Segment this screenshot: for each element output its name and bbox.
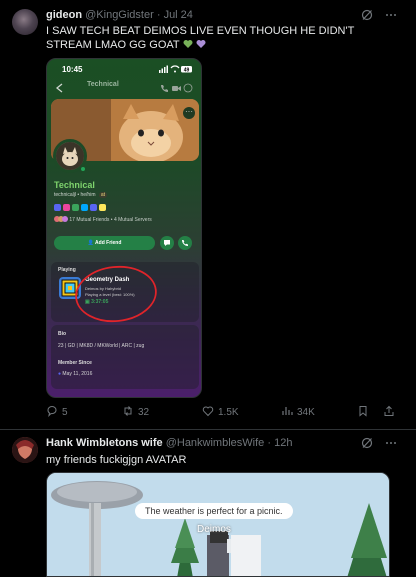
view-count: 34K	[297, 407, 315, 418]
tweet-header: gideon @KingGidster · Jul 24	[46, 9, 193, 21]
bookmark-icon	[359, 406, 367, 417]
tweet-media-image[interactable]: The weather is perfect for a picnic. Dei…	[46, 472, 390, 577]
add-friend-icon: 👤	[87, 240, 94, 246]
member-since-date-text: May 11, 2016	[62, 371, 93, 377]
chat-bubble-icon	[164, 240, 170, 246]
member-since-date: ● May 11, 2016	[58, 371, 92, 377]
reply-button[interactable]: 5	[46, 405, 68, 418]
separator: ·	[267, 437, 272, 449]
like-button[interactable]: 1.5K	[202, 405, 239, 418]
message-button[interactable]	[160, 236, 174, 250]
bio-text: 23 | GD | MK8D / MKWorld | ARC | zug	[58, 343, 145, 349]
repost-icon	[124, 406, 132, 416]
signal-wifi-battery-icon: 49	[159, 65, 192, 73]
call-video-more-icons[interactable]	[159, 83, 193, 93]
embedded-screenshot[interactable]: 10:45 49 Technical ··· Technical technic…	[46, 58, 202, 398]
timestamp[interactable]: Jul 24	[164, 9, 193, 21]
add-friend-label: Add Friend	[95, 240, 122, 246]
reply-icon	[47, 406, 57, 418]
tweet-header: Hank Wimbletons wife @HankwimblesWife · …	[46, 437, 292, 449]
call-button[interactable]	[178, 236, 192, 250]
discord-logo-icon: ●	[58, 371, 62, 377]
handle[interactable]: @HankwimblesWife	[166, 437, 265, 449]
online-status-dot	[79, 165, 87, 173]
repost-count: 32	[138, 407, 150, 418]
separator: ·	[156, 9, 161, 21]
phone-header-title: Technical	[87, 81, 119, 88]
badges-row[interactable]	[54, 204, 114, 211]
display-name[interactable]: Hank Wimbletons wife	[46, 437, 163, 449]
views-button[interactable]: 34K	[281, 405, 315, 418]
display-name[interactable]: gideon	[46, 9, 82, 21]
npc-name-label: Deimos	[197, 524, 231, 535]
mutuals-text: 17 Mutual Friends • 4 Mutual Servers	[69, 217, 152, 223]
green-heart-icon	[183, 40, 193, 48]
tweet-text: I SAW TECH BEAT DEIMOS LIVE EVEN THOUGH …	[46, 24, 396, 52]
speech-bubble: The weather is perfect for a picnic.	[135, 503, 293, 519]
bookmark-button[interactable]	[357, 405, 373, 418]
more-dots-icon[interactable]	[385, 9, 397, 21]
avatar[interactable]	[12, 9, 38, 35]
mutuals-row[interactable]: 17 Mutual Friends • 4 Mutual Servers	[54, 216, 152, 223]
grok-slash-icon[interactable]	[361, 9, 373, 21]
repost-button[interactable]: 32	[122, 405, 149, 418]
member-since-label: Member Since	[58, 360, 92, 366]
handle[interactable]: @KingGidster	[85, 9, 154, 21]
timestamp[interactable]: 12h	[274, 437, 292, 449]
bio-card: Bio 23 | GD | MK8D / MKWorld | ARC | zug…	[51, 325, 199, 389]
views-chart-icon	[282, 407, 293, 415]
share-icon	[384, 405, 394, 416]
more-dots-icon[interactable]	[385, 437, 397, 449]
profile-tag: at	[98, 192, 108, 198]
battery-level: 49	[184, 67, 190, 73]
like-count: 1.5K	[218, 407, 239, 418]
avatar[interactable]	[12, 437, 38, 463]
bio-label: Bio	[58, 331, 67, 337]
heart-icon	[202, 406, 214, 417]
red-circle-annotation	[75, 265, 157, 323]
tweet-text: my friends fuckigjgn AVATAR	[46, 454, 187, 466]
profile-handle-text: technicaljl • he/him	[54, 192, 96, 198]
phone-time: 10:45	[62, 65, 83, 74]
purple-heart-icon	[196, 40, 206, 48]
reply-count: 5	[62, 407, 68, 418]
phone-status-bar: 10:45 49	[47, 59, 201, 79]
profile-handle: technicaljl • he/him at	[54, 192, 108, 198]
tweet[interactable]: gideon @KingGidster · Jul 24 I SAW TECH …	[0, 0, 416, 430]
add-friend-button[interactable]: 👤 Add Friend	[54, 236, 155, 250]
grok-slash-icon[interactable]	[361, 437, 373, 449]
mutual-avatars-icon	[54, 216, 68, 222]
tweet-actions: 5 32 1.5K 34K	[0, 405, 416, 421]
profile-more-button[interactable]: ···	[183, 107, 195, 119]
share-button[interactable]	[383, 405, 399, 418]
back-arrow-icon[interactable]	[55, 83, 65, 93]
phone-icon	[182, 240, 188, 246]
profile-name: Technical	[54, 180, 95, 190]
